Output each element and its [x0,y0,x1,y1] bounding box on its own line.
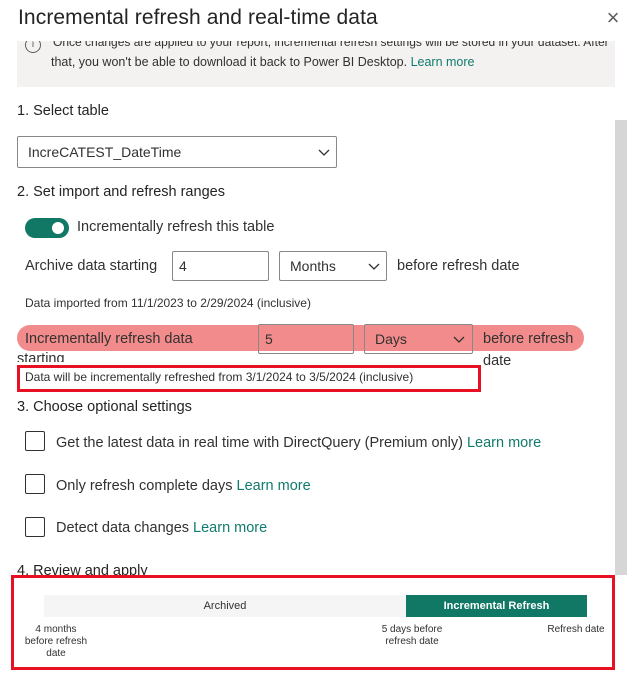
tick-archive-start-line: before refresh [24,636,88,647]
chevron-down-icon [318,149,330,156]
directquery-option: Get the latest data in real time with Di… [56,435,541,451]
refreshed-note: Data will be incrementally refreshed fro… [25,370,414,384]
info-line-2: that, you won't be able to download it b… [51,55,475,69]
chevron-down-icon [368,263,380,270]
info-learn-more-link[interactable]: Learn more [411,55,475,69]
tick-incremental-start-line: 5 days before [381,624,443,635]
detect-changes-checkbox[interactable] [25,517,45,537]
tick-refresh-date: Refresh date [547,624,605,635]
directquery-label: Get the latest data in real time with Di… [56,435,463,451]
table-select-value: IncreCATEST_DateTime [28,144,182,160]
info-icon: i [25,41,41,53]
section-ranges-heading: 2. Set import and refresh ranges [17,184,225,200]
detect-changes-option: Detect data changes Learn more [56,520,267,536]
table-select[interactable]: IncreCATEST_DateTime [17,136,337,168]
scrollbar[interactable] [615,120,627,575]
tick-incremental-start-line: refresh date [385,636,439,647]
info-text: that, you won't be able to download it b… [51,55,408,69]
dialog-title: Incremental refresh and real-time data [18,6,378,29]
tick-incremental-start: 5 days before refresh date [365,624,459,648]
archive-value-input[interactable]: 4 [172,251,269,281]
incremental-label-cont: starting [17,352,65,362]
section-optional-heading: 3. Choose optional settings [17,399,192,415]
complete-days-checkbox[interactable] [25,474,45,494]
section-select-table-heading: 1. Select table [17,103,109,119]
incremental-refresh-toggle[interactable] [25,218,69,238]
archive-suffix: before refresh date [397,258,520,274]
directquery-learn-more-link[interactable]: Learn more [467,435,541,451]
chevron-down-icon [453,336,465,343]
archive-label: Archive data starting [25,258,158,274]
incremental-unit-value: Days [375,331,407,347]
toggle-label: Incrementally refresh this table [77,219,275,235]
close-icon[interactable]: × [603,7,623,29]
complete-days-option: Only refresh complete days Learn more [56,478,311,494]
complete-days-learn-more-link[interactable]: Learn more [237,478,311,494]
tick-archive-start-line: date [46,648,66,659]
annotation-box [11,575,615,670]
incremental-suffix: before refresh [483,331,574,347]
section-review-heading: 4. Review and apply [17,563,148,575]
tick-archive-start: 4 months before refresh date [14,624,98,660]
directquery-checkbox[interactable] [25,431,45,451]
incremental-unit-dropdown[interactable]: Days [364,324,473,354]
imported-note: Data imported from 11/1/2023 to 2/29/202… [25,296,311,310]
info-banner: i Once changes are applied to your repor… [17,41,615,87]
detect-changes-learn-more-link[interactable]: Learn more [193,520,267,536]
archive-unit-value: Months [290,258,336,274]
archive-unit-dropdown[interactable]: Months [279,251,387,281]
incremental-value-input[interactable]: 5 [258,324,354,354]
incremental-segment: Incremental Refresh [406,595,587,617]
incremental-label: Incrementally refresh data [25,331,193,347]
info-line-1: Once changes are applied to your report,… [53,41,609,49]
archived-segment: Archived [203,600,247,612]
detect-changes-label: Detect data changes [56,520,190,536]
toggle-knob [52,222,64,234]
complete-days-label: Only refresh complete days [56,478,233,494]
tick-archive-start-line: 4 months [35,624,77,635]
incremental-suffix-cont: date [483,353,512,369]
